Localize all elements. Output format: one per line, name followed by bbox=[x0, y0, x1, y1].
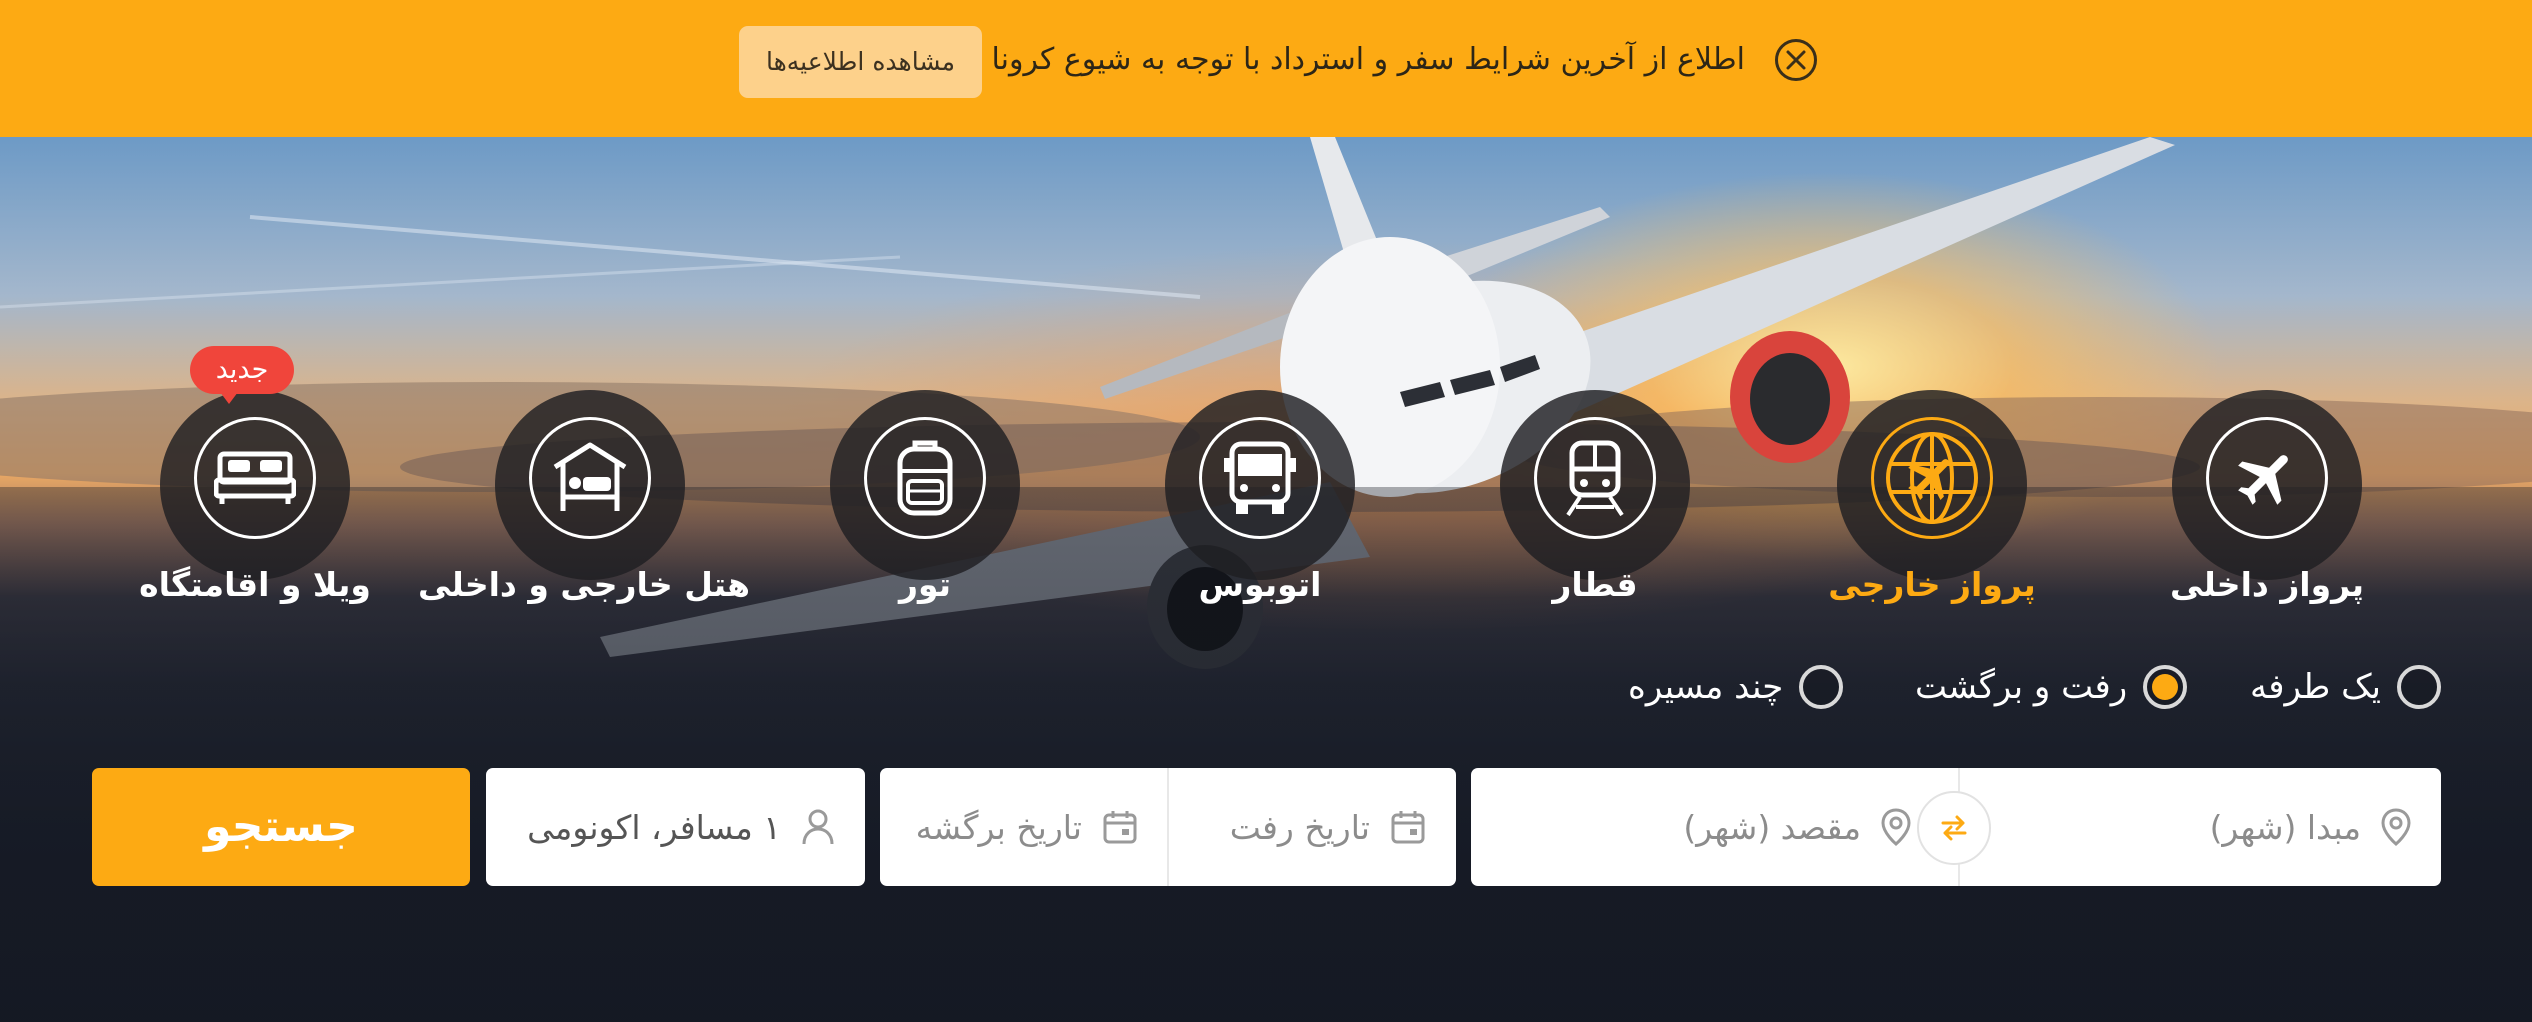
backpack-icon bbox=[864, 417, 986, 539]
user-icon bbox=[801, 808, 835, 846]
tab-label: ویلا و اقامتگاه bbox=[139, 565, 371, 604]
return-date-field[interactable]: تاریخ برگشه bbox=[916, 768, 1138, 886]
radio-one-way[interactable]: یک طرفه bbox=[2250, 660, 2442, 714]
airplane-icon bbox=[2206, 417, 2328, 539]
passengers-field[interactable]: ۱ مسافر، اکونومی bbox=[527, 768, 835, 886]
tab-label: پرواز داخلی bbox=[2169, 565, 2365, 604]
swap-route-icon[interactable] bbox=[1917, 791, 1991, 865]
destination-field[interactable]: مقصد (شهر) bbox=[1683, 768, 1911, 886]
tab-train[interactable]: قطار bbox=[1495, 390, 1695, 620]
tab-label: اتوبوس bbox=[1198, 565, 1322, 604]
search-button[interactable]: جستجو bbox=[92, 768, 470, 886]
radio-multi-city[interactable]: چند مسیره bbox=[1628, 660, 1844, 714]
view-announcements-button[interactable]: مشاهده اطلاعیه‌ها bbox=[739, 26, 982, 98]
banner-text: اطلاع از آخرین شرایط سفر و استرداد با تو… bbox=[991, 42, 1746, 77]
tab-domestic-flight[interactable]: پرواز داخلی bbox=[2167, 390, 2367, 620]
tab-villa[interactable]: ویلا و اقامتگاه bbox=[139, 390, 371, 620]
bus-icon bbox=[1199, 417, 1321, 539]
origin-placeholder: مبدا (شهر) bbox=[2209, 807, 2361, 847]
radio-selected-icon bbox=[2143, 665, 2188, 709]
tab-label: تور bbox=[898, 565, 952, 604]
globe-airplane-icon bbox=[1871, 417, 1993, 539]
passengers-value: ۱ مسافر، اکونومی bbox=[527, 807, 781, 847]
tab-label: پرواز خارجی bbox=[1828, 565, 2036, 604]
radio-label: رفت و برگشت bbox=[1915, 667, 2128, 707]
location-pin-icon bbox=[1881, 808, 1911, 846]
calendar-icon bbox=[1390, 809, 1426, 845]
destination-placeholder: مقصد (شهر) bbox=[1683, 807, 1861, 847]
tab-label: هتل خارجی و داخلی bbox=[417, 565, 750, 604]
tab-label: قطار bbox=[1552, 565, 1638, 604]
hotel-icon bbox=[529, 417, 651, 539]
passengers-box[interactable]: ۱ مسافر، اکونومی bbox=[486, 768, 865, 886]
radio-circle-icon bbox=[1799, 665, 1844, 709]
location-pin-icon bbox=[2381, 808, 2411, 846]
depart-date-field[interactable]: تاریخ رفت bbox=[1230, 768, 1426, 886]
tab-bus[interactable]: اتوبوس bbox=[1160, 390, 1360, 620]
return-date-placeholder: تاریخ برگشه bbox=[915, 807, 1082, 847]
radio-round-trip[interactable]: رفت و برگشت bbox=[1915, 660, 2188, 714]
dates-box: تاریخ رفت تاریخ برگشه bbox=[880, 768, 1456, 886]
tab-tour[interactable]: تور bbox=[825, 390, 1025, 620]
radio-label: یک طرفه bbox=[2250, 667, 2382, 707]
radio-circle-icon bbox=[2397, 665, 2442, 709]
tab-international-flight[interactable]: پرواز خارجی bbox=[1828, 390, 2036, 620]
tab-hotel[interactable]: هتل خارجی و داخلی bbox=[418, 390, 750, 620]
calendar-icon bbox=[1102, 809, 1138, 845]
new-badge: جدید bbox=[190, 346, 294, 404]
radio-label: چند مسیره bbox=[1628, 667, 1784, 707]
announcement-banner: اطلاع از آخرین شرایط سفر و استرداد با تو… bbox=[0, 0, 2532, 137]
origin-field[interactable]: مبدا (شهر) bbox=[2210, 768, 2411, 886]
close-icon[interactable] bbox=[1775, 39, 1817, 81]
bed-icon bbox=[194, 417, 316, 539]
train-icon bbox=[1534, 417, 1656, 539]
depart-date-placeholder: تاریخ رفت bbox=[1229, 807, 1370, 847]
